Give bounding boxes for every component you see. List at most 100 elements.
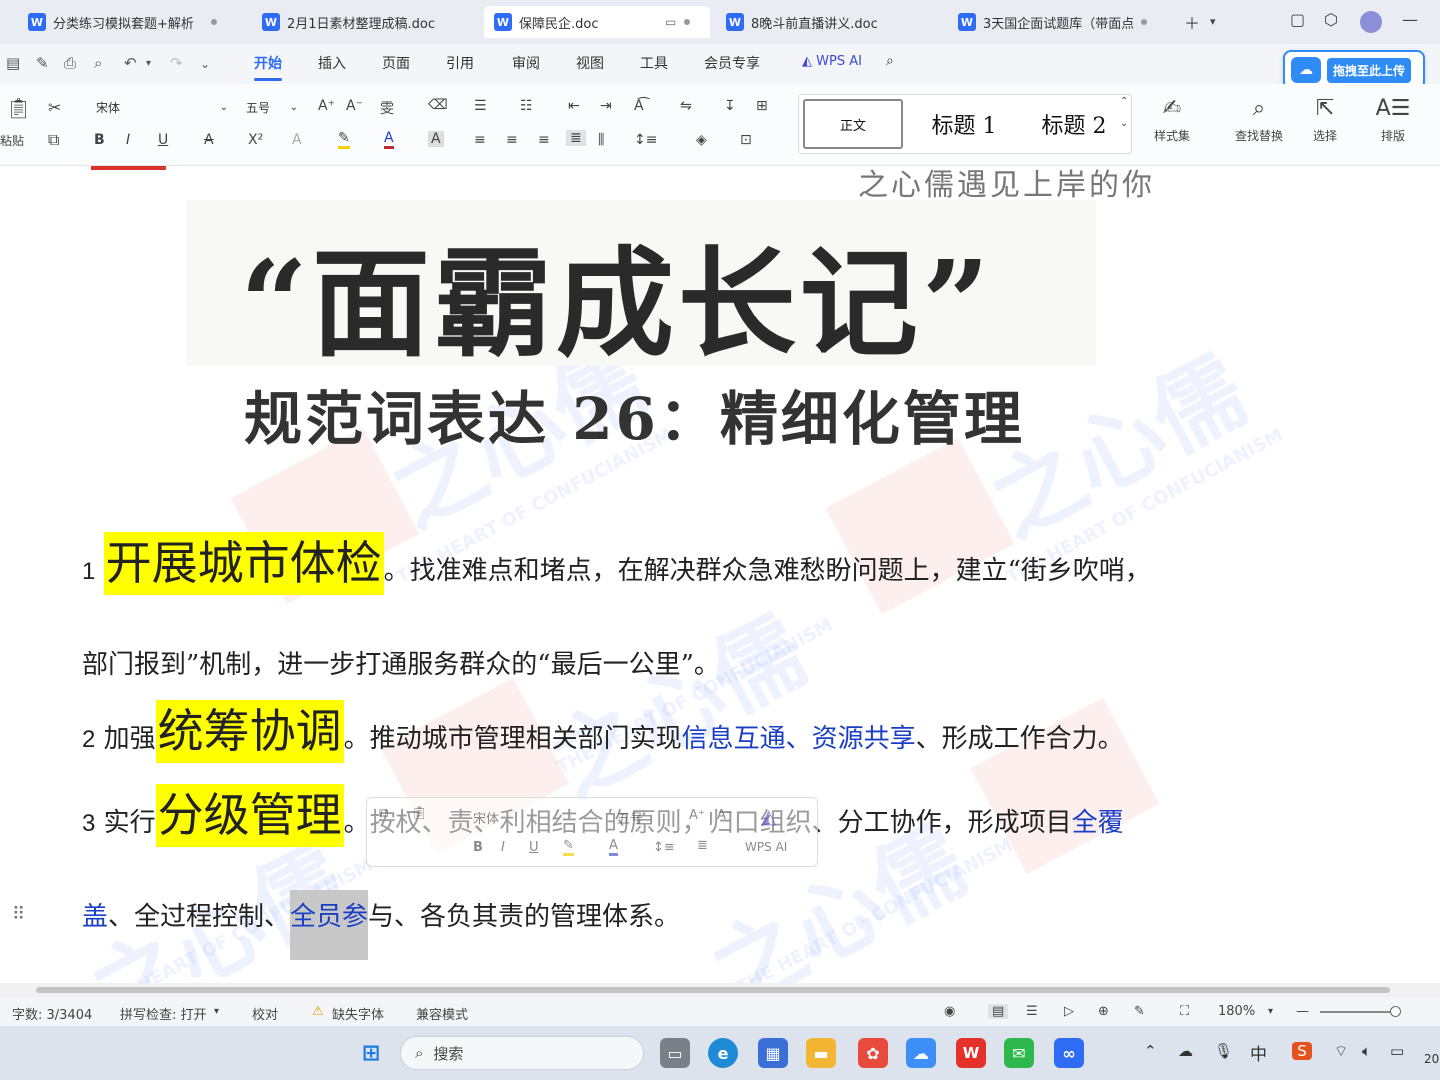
line-spacing-icon[interactable]: ↕≡	[653, 840, 675, 855]
highlight-icon[interactable]: ✎	[563, 838, 574, 856]
save-icon[interactable]: ▤	[6, 54, 20, 72]
doc-tab-4[interactable]: W 8晚斗前直播讲义.doc	[716, 6, 942, 38]
wps-office-icon[interactable]: W	[956, 1038, 986, 1068]
fit-page-icon[interactable]: ⛶	[1180, 1004, 1189, 1019]
paste-label[interactable]: 粘贴	[0, 132, 24, 149]
cube-icon[interactable]: ⬡	[1324, 10, 1338, 29]
layout-button[interactable]: A☰ 排版	[1368, 96, 1418, 144]
doc-tab-2[interactable]: W 2月1日素材整理成稿.doc	[252, 6, 478, 38]
font-size-select[interactable]: 五号 ⌄	[240, 96, 302, 118]
scrollbar-thumb[interactable]	[36, 987, 1390, 993]
align-left-icon[interactable]: ≡	[474, 132, 486, 148]
line-sort-icon[interactable]: ⇋	[680, 98, 692, 114]
new-tab-plus-icon[interactable]: ＋	[1184, 10, 1200, 34]
format-brush-icon[interactable]: ✎	[36, 54, 49, 72]
float-font-name[interactable]: 宋体	[473, 808, 499, 827]
tray-chevron-up-icon[interactable]: ⌃	[1144, 1042, 1157, 1060]
print-icon[interactable]: ⎙	[64, 54, 76, 72]
menu-references[interactable]: 引用	[446, 53, 474, 73]
paragraph-1-line-1[interactable]: 1 开展城市体检。找准难点和堵点，在解决群众急难愁盼问题上，建立“街乡吹哨，	[82, 532, 1151, 596]
highlight-icon[interactable]: ✎	[338, 130, 350, 149]
page-view-icon[interactable]: ▤	[988, 1004, 1009, 1019]
style-heading-1[interactable]: 标题 1	[909, 99, 1019, 149]
doc-tab-3-active[interactable]: W 保障民企.doc ▭	[484, 6, 710, 38]
play-icon[interactable]: ▷	[1064, 1004, 1074, 1019]
superscript-icon[interactable]: X²	[248, 132, 263, 148]
numbered-list-icon[interactable]: ☷	[520, 98, 533, 114]
menu-view[interactable]: 视图	[576, 53, 604, 73]
edit-pen-icon[interactable]: ✎	[1134, 1004, 1145, 1019]
justify-icon[interactable]: ≣	[566, 130, 586, 146]
paragraph-3-line-2[interactable]: 盖、全过程控制、全员参与、各负其责的管理体系。	[82, 890, 680, 960]
windows-start-icon[interactable]: ⊞	[356, 1038, 386, 1068]
zoom-level[interactable]: 180%	[1218, 1004, 1255, 1019]
font-shrink-icon[interactable]: A⁻	[717, 808, 733, 823]
undo-icon[interactable]: ↶	[124, 54, 137, 72]
chevron-down-icon[interactable]: ▾	[1268, 1006, 1273, 1017]
strikethrough-icon[interactable]: A	[204, 132, 214, 148]
style-heading-2[interactable]: 标题 2	[1019, 99, 1129, 149]
word-count[interactable]: 字数: 3/3404	[12, 1004, 92, 1023]
file-explorer-icon[interactable]: ▬	[806, 1038, 836, 1068]
baidu-netdisk-icon[interactable]: ∞	[1054, 1038, 1084, 1068]
underline-icon[interactable]: U	[158, 132, 168, 148]
taskbar-search[interactable]: ⌕ 搜索	[400, 1036, 644, 1070]
outline-view-icon[interactable]: ☰	[1026, 1004, 1038, 1019]
print-preview-icon[interactable]: ⌕	[94, 54, 102, 72]
font-grow-icon[interactable]: A⁺	[318, 98, 335, 114]
select-button[interactable]: ⇱ 选择	[1300, 96, 1350, 144]
paragraph-1-line-2[interactable]: 部门报到”机制，进一步打通服务群众的“最后一公里”。	[82, 644, 720, 681]
justify-icon[interactable]: ≣	[697, 838, 708, 853]
proofread-button[interactable]: 校对	[252, 1004, 278, 1023]
sogou-ime-icon[interactable]: S	[1292, 1042, 1312, 1060]
wps-ai-icon[interactable]: ◭	[761, 804, 776, 828]
tray-cloud-icon[interactable]: ☁	[1178, 1042, 1193, 1060]
wifi-icon[interactable]: ⌔	[1334, 1042, 1348, 1061]
text-effect-icon[interactable]: A	[292, 132, 302, 148]
style-scroll-down-icon[interactable]: ⌄	[1120, 118, 1128, 129]
minimize-icon[interactable]: —	[1402, 10, 1418, 29]
zoom-out-icon[interactable]: —	[1296, 1004, 1309, 1019]
drag-handle-icon[interactable]: ⠿	[12, 904, 25, 925]
shading-fill-icon[interactable]: ◈	[696, 132, 707, 148]
style-normal[interactable]: 正文	[803, 99, 903, 149]
clock[interactable]: 20	[1424, 1052, 1439, 1066]
battery-icon[interactable]: ▭	[1390, 1042, 1404, 1060]
doc-tab-5[interactable]: W 3天国企面试题库（带面点评	[948, 6, 1174, 38]
ime-indicator[interactable]: 中	[1250, 1040, 1267, 1065]
bold-icon[interactable]: B	[473, 840, 483, 855]
menu-member[interactable]: 会员专享	[704, 53, 760, 73]
horizontal-scrollbar[interactable]	[0, 983, 1440, 997]
borders-icon[interactable]: ⊡	[740, 132, 752, 148]
paste-icon[interactable]: 📋︎	[411, 806, 428, 821]
style-set-button[interactable]: ✍ 样式集	[1144, 96, 1200, 144]
table-border-icon[interactable]: ⊞	[756, 98, 768, 114]
font-name-select[interactable]: 宋体 ⌄	[88, 96, 234, 118]
text-direction-icon[interactable]: A͡	[634, 98, 644, 114]
decrease-indent-icon[interactable]: ⇤	[568, 98, 580, 114]
phonetic-guide-icon[interactable]: 雯	[380, 98, 394, 118]
copy-icon[interactable]: ⧉	[379, 806, 388, 821]
cut-icon[interactable]: ✂	[48, 98, 61, 117]
cloud-app-icon[interactable]: ☁	[906, 1038, 936, 1068]
chevron-down-icon[interactable]: ▾	[146, 58, 151, 69]
paragraph-2[interactable]: 2 加强统筹协调。推动城市管理相关部门实现信息互通、资源共享、形成工作合力。	[82, 700, 1124, 764]
italic-icon[interactable]: I	[126, 132, 130, 148]
clear-format-icon[interactable]: ⌫	[428, 97, 448, 113]
more-chevron-icon[interactable]: ⌄	[200, 57, 210, 71]
window-layout-icon[interactable]: ▢	[1290, 10, 1305, 29]
font-color-icon[interactable]: A	[609, 838, 618, 856]
selected-text[interactable]: 全员参	[290, 890, 369, 960]
align-right-icon[interactable]: ≡	[538, 132, 550, 148]
menu-page[interactable]: 页面	[382, 53, 410, 73]
font-grow-icon[interactable]: A⁺	[689, 808, 705, 823]
increase-indent-icon[interactable]: ⇥	[600, 98, 612, 114]
document-canvas[interactable]: 之心儒 之心儒 之心儒 之心儒 之心儒 THE HEART OF CONFUCI…	[0, 166, 1440, 983]
float-font-size[interactable]: 五号	[617, 808, 643, 827]
copy-icon[interactable]: ⧉	[48, 130, 59, 150]
zoom-slider[interactable]	[1320, 1006, 1401, 1017]
font-color-icon[interactable]: A	[384, 130, 394, 149]
distribute-icon[interactable]: ⫼	[598, 132, 604, 148]
wechat-icon[interactable]: ✉	[1004, 1038, 1034, 1068]
italic-icon[interactable]: I	[501, 840, 505, 855]
